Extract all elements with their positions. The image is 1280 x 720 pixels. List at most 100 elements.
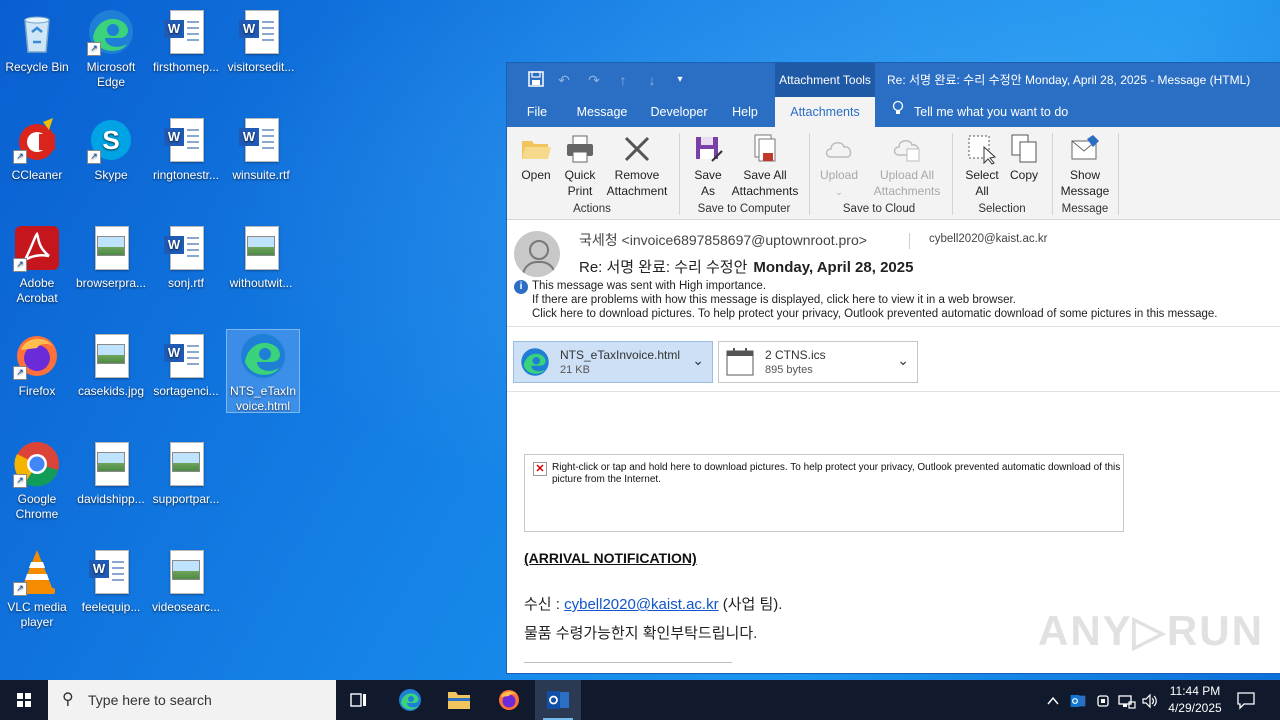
outlook-tray-icon (1070, 694, 1086, 707)
desktop-icon-supportpar[interactable]: supportpar... (150, 434, 222, 507)
device-icon (1097, 694, 1109, 707)
taskbar: ⚲ Type here to search 11:44 PM 4/29/2025 (0, 680, 1280, 720)
tray-outlook[interactable] (1070, 680, 1086, 720)
show-message-button[interactable]: Show Message (1059, 133, 1111, 199)
desktop-icon-recycle-bin[interactable]: Recycle Bin (1, 2, 73, 75)
chevron-down-icon[interactable]: ⌄ (897, 352, 909, 369)
desktop-icon-label: casekids.jpg (77, 384, 145, 398)
desktop-icon-firefox[interactable]: ↗ Firefox (1, 326, 73, 399)
desktop-icon-videosearc[interactable]: videosearc... (150, 542, 222, 615)
copy-button[interactable]: Copy (1005, 133, 1043, 183)
header-separator (909, 233, 910, 249)
desktop-icon-davidshipp[interactable]: davidshipp... (75, 434, 147, 507)
quick-print-label-2: Print (567, 184, 593, 198)
attachment-nts-etaxinvoice[interactable]: NTS_eTaxInvoice.html 21 KB ⌄ (513, 341, 713, 383)
desktop-icon-ccleaner[interactable]: ↗ CCleaner (1, 110, 73, 183)
desktop-icon-label: feelequip... (81, 600, 141, 614)
word-document-icon: W (162, 332, 210, 380)
upload-button[interactable]: Upload ⌄ (813, 133, 865, 200)
desktop-icon-visitorsedit[interactable]: W visitorsedit... (225, 2, 297, 75)
ribbon-separator (1118, 133, 1119, 215)
tray-volume[interactable] (1141, 680, 1159, 720)
desktop-icon-browserpra[interactable]: browserpra... (75, 218, 147, 291)
desktop-icon-adobe-acrobat[interactable]: ↗ Adobe Acrobat (1, 218, 73, 306)
taskbar-outlook[interactable] (535, 680, 581, 720)
firefox-icon: ↗ (13, 332, 61, 380)
tab-file[interactable]: File (515, 97, 559, 127)
redo-icon[interactable]: ↷ (585, 71, 603, 89)
next-item-icon[interactable]: ↓ (643, 71, 661, 89)
taskbar-file-explorer[interactable] (436, 680, 482, 720)
open-button[interactable]: Open (517, 133, 555, 183)
desktop-icon-sortagenci[interactable]: W sortagenci... (150, 326, 222, 399)
taskbar-clock[interactable]: 11:44 PM 4/29/2025 (1160, 683, 1230, 717)
tell-me-search[interactable]: Tell me what you want to do (892, 97, 1068, 127)
recycle-bin-icon (13, 8, 61, 56)
chevron-down-icon[interactable]: ⌄ (692, 352, 704, 369)
view-in-browser-notice[interactable]: If there are problems with how this mess… (532, 294, 1016, 306)
recipient-address[interactable]: cybell2020@kaist.ac.kr (929, 233, 1047, 245)
select-all-button[interactable]: Select All (962, 133, 1002, 199)
desktop-icon-ringtonestr[interactable]: W ringtonestr... (150, 110, 222, 183)
desktop-icon-label: CCleaner (11, 168, 63, 182)
previous-item-icon[interactable]: ↑ (614, 71, 632, 89)
start-button[interactable] (0, 680, 48, 720)
context-tab-attachment-tools: Attachment Tools (775, 63, 875, 97)
desktop-icon-casekids[interactable]: casekids.jpg (75, 326, 147, 399)
tray-device[interactable] (1095, 680, 1111, 720)
desktop-icon-sonj[interactable]: W sonj.rtf (150, 218, 222, 291)
shortcut-arrow-icon: ↗ (13, 150, 27, 164)
attachment-ctns-ics[interactable]: 2 CTNS.ics 895 bytes ⌄ (718, 341, 918, 383)
upload-label: Upload (819, 168, 859, 182)
save-icon[interactable] (527, 71, 545, 89)
customize-toolbar-icon[interactable]: ▾ (671, 71, 689, 89)
tab-message[interactable]: Message (569, 97, 635, 127)
desktop-icon-label: firsthomep... (152, 60, 220, 74)
notification-icon (1237, 692, 1255, 710)
desktop-icon-nts-etaxinvoice[interactable]: NTS_eTaxInvoice.html (226, 329, 300, 413)
taskbar-search-box[interactable]: ⚲ Type here to search (48, 680, 336, 720)
window-title: Re: 서명 완료: 수리 수정안 Monday, April 28, 2025… (887, 73, 1251, 87)
action-center-button[interactable] (1236, 690, 1256, 710)
taskbar-firefox[interactable] (486, 680, 532, 720)
desktop-icon-withoutwit[interactable]: withoutwit... (225, 218, 297, 291)
desktop-icon-skype[interactable]: S ↗ Skype (75, 110, 147, 183)
high-importance-notice: This message was sent with High importan… (532, 280, 766, 292)
tab-attachments[interactable]: Attachments (775, 97, 875, 127)
blocked-image-placeholder[interactable]: ✕ Right-click or tap and hold here to do… (524, 454, 1124, 532)
quick-print-label: Quick (564, 168, 596, 182)
firefox-icon (499, 690, 519, 710)
save-as-button[interactable]: Save As (689, 133, 727, 199)
undo-icon[interactable]: ↶ (555, 71, 573, 89)
image-file-icon (162, 548, 210, 596)
desktop-icon-label: Google Chrome (15, 492, 59, 521)
desktop-icon-google-chrome[interactable]: ↗ Google Chrome (1, 434, 73, 522)
ribbon-separator (679, 133, 680, 215)
save-all-attachments-button[interactable]: Save All Attachments (729, 133, 801, 199)
desktop-icon-firsthomep[interactable]: W firsthomep... (150, 2, 222, 75)
show-hidden-icons-button[interactable] (1046, 680, 1060, 720)
desktop-icon-vlc[interactable]: ↗ VLC media player (1, 542, 73, 630)
recipient-email-link[interactable]: cybell2020@kaist.ac.kr (564, 596, 718, 613)
desktop-icon-label: sonj.rtf (167, 276, 204, 290)
chevron-down-icon: ⌄ (835, 187, 843, 197)
word-document-icon: W (87, 548, 135, 596)
task-view-button[interactable] (336, 680, 382, 720)
desktop-icon-microsoft-edge[interactable]: ↗ Microsoft Edge (75, 2, 147, 90)
image-file-icon (237, 224, 285, 272)
lightbulb-icon (892, 97, 904, 127)
edge-icon (520, 347, 550, 377)
tab-help[interactable]: Help (721, 97, 769, 127)
sender-address[interactable]: 국세청 <invoice6897858697@uptownroot.pro> (579, 230, 867, 250)
desktop-icon-feelequip[interactable]: W feelequip... (75, 542, 147, 615)
desktop-icon-label: Microsoft Edge (86, 60, 136, 89)
desktop-icon-winsuite[interactable]: W winsuite.rtf (225, 110, 297, 183)
tray-network[interactable] (1118, 680, 1136, 720)
taskbar-edge[interactable] (387, 680, 433, 720)
tab-developer[interactable]: Developer (645, 97, 713, 127)
group-label-save-to-computer: Save to Computer (697, 203, 791, 215)
quick-print-button[interactable]: Quick Print (561, 133, 599, 199)
save-all-label-2: Attachments (731, 184, 799, 198)
remove-attachment-button[interactable]: Remove Attachment (603, 133, 671, 199)
download-pictures-notice[interactable]: Click here to download pictures. To help… (532, 308, 1217, 320)
